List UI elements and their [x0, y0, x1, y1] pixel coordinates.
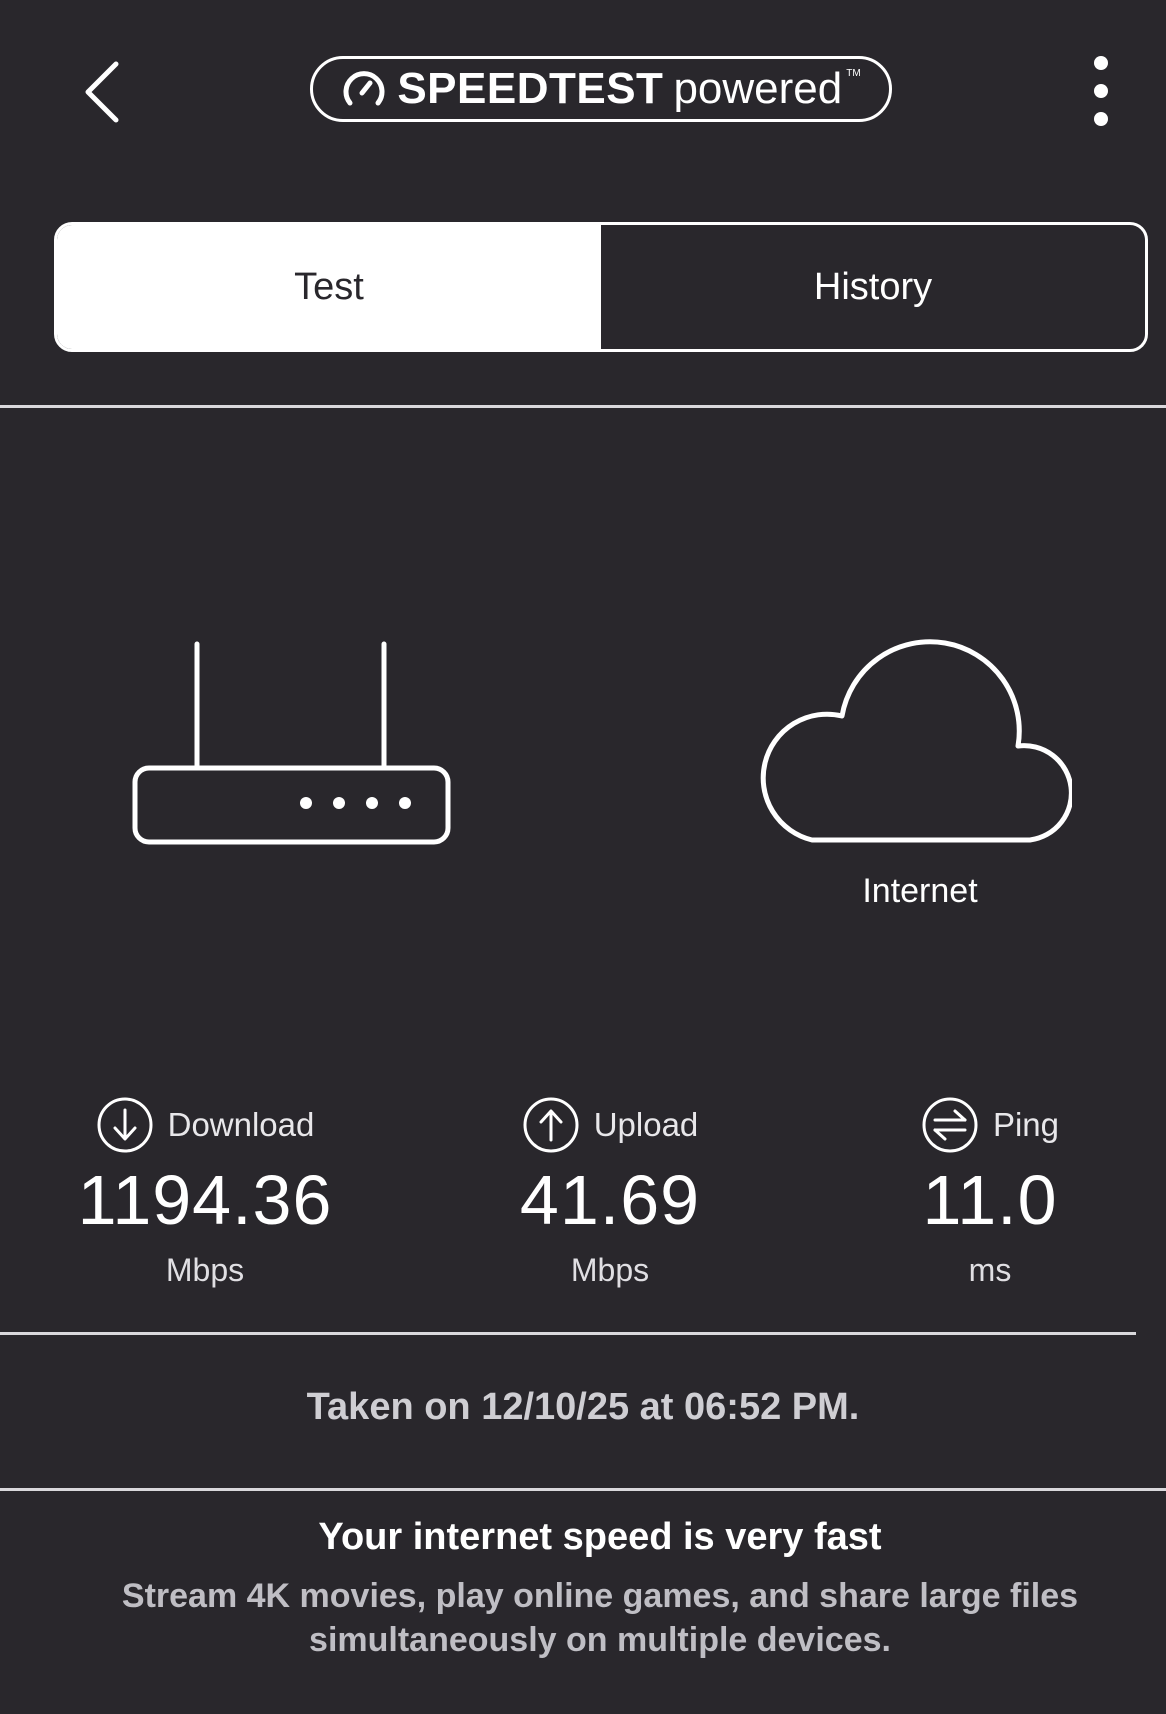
speed-verdict-description: Stream 4K movies, play online games, and… [121, 1577, 1079, 1659]
upload-label: Upload [593, 1106, 699, 1143]
more-options-button[interactable] [1076, 56, 1126, 126]
ping-unit: ms [968, 1252, 1012, 1288]
cloud-icon [760, 639, 1072, 843]
upload-unit: Mbps [570, 1252, 650, 1288]
ping-label: Ping [992, 1106, 1060, 1143]
tab-bar: Test History [54, 222, 1148, 352]
upload-value: 41.69 [519, 1161, 701, 1239]
back-button[interactable] [72, 52, 132, 132]
chevron-left-icon [85, 61, 119, 123]
ping-arrows-icon [922, 1097, 978, 1153]
ellipsis-dot [1094, 112, 1108, 126]
download-value: 1194.36 [77, 1161, 333, 1239]
download-metric: Download 1194.36 Mbps [40, 1096, 370, 1289]
download-arrow-icon [97, 1097, 153, 1153]
logo-brand: SPEEDTEST [397, 64, 664, 113]
ellipsis-dot [1094, 84, 1108, 98]
metrics-divider [0, 1332, 1136, 1335]
upload-metric: Upload 41.69 Mbps [460, 1096, 760, 1289]
upload-arrow-icon [523, 1097, 579, 1153]
tab-test[interactable]: Test [57, 225, 601, 349]
taken-on-timestamp: Taken on 12/10/25 at 06:52 PM. [306, 1386, 860, 1428]
vertical-ellipsis-icon [1094, 56, 1108, 70]
tab-history[interactable]: History [601, 225, 1145, 349]
router-icon [132, 641, 451, 845]
speedometer-icon [343, 71, 385, 106]
download-unit: Mbps [165, 1252, 245, 1288]
logo-trademark: TM [846, 67, 861, 79]
speed-verdict-title: Your internet speed is very fast [318, 1516, 882, 1558]
header-divider [0, 405, 1166, 408]
ping-metric: Ping 11.0 ms [850, 1096, 1130, 1289]
download-label: Download [167, 1106, 315, 1143]
internet-label: Internet [862, 872, 978, 910]
timestamp-divider [0, 1488, 1166, 1491]
ping-value: 11.0 [922, 1161, 1058, 1239]
speedtest-logo: SPEEDTEST powered TM [310, 56, 892, 122]
logo-suffix: powered [673, 64, 843, 113]
